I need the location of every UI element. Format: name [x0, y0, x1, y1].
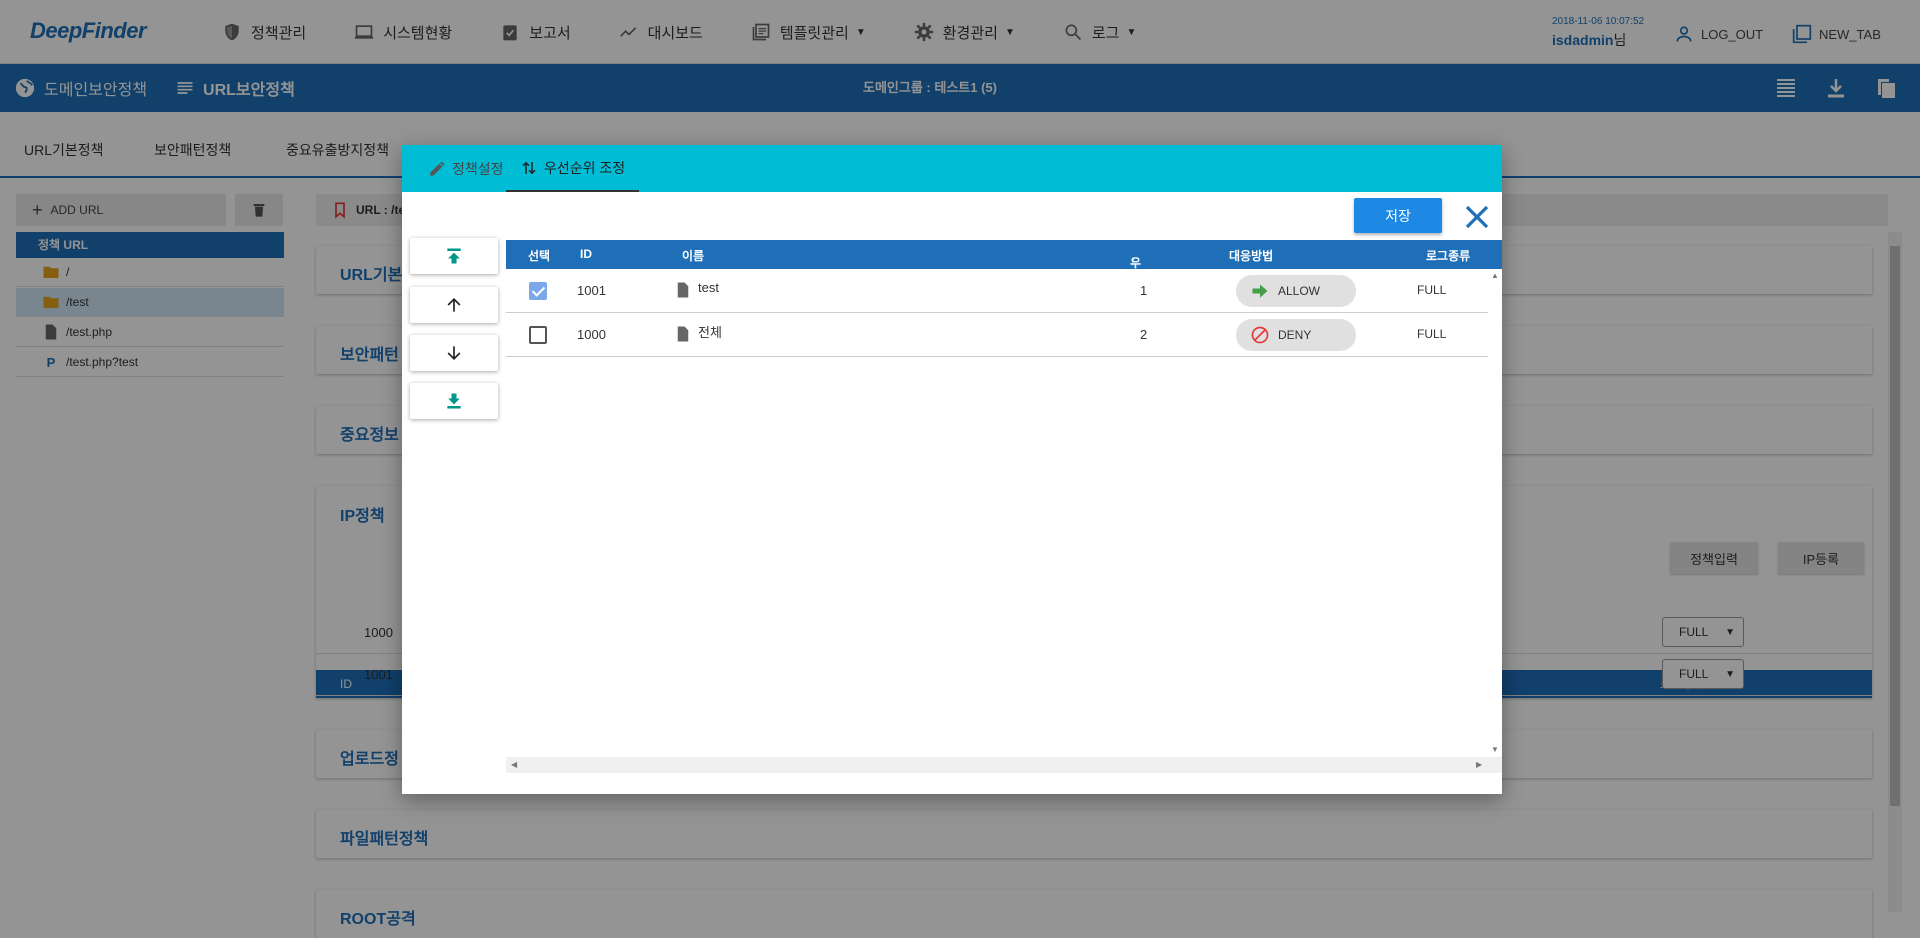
block-icon [1251, 326, 1269, 344]
sort-asc-icon: ↑ [1130, 254, 1136, 268]
scroll-up-icon[interactable]: ▲ [1491, 271, 1499, 280]
arrow-up-icon [447, 297, 461, 312]
row-priority: 1 [1140, 283, 1148, 298]
scroll-down-icon[interactable]: ▼ [1491, 745, 1499, 754]
priority-table: 선택 ID 이름 우선순위 ↑ 대응방법 로그종류 1001 test 1 AL… [506, 240, 1502, 773]
row-id: 1000 [577, 327, 606, 342]
move-top-icon [447, 248, 461, 264]
save-button[interactable]: 저장 [1354, 198, 1442, 233]
row-log-type: FULL [1417, 283, 1447, 297]
close-icon[interactable] [1462, 202, 1492, 232]
row-priority: 2 [1140, 327, 1148, 342]
table-row[interactable]: 1000 전체 2 DENY FULL [506, 313, 1488, 357]
scroll-right-icon[interactable]: ▶ [1476, 760, 1482, 769]
move-down-button[interactable] [410, 335, 498, 371]
row-name: 전체 [674, 324, 722, 344]
table-header: 선택 ID 이름 우선순위 ↑ 대응방법 로그종류 [506, 240, 1502, 321]
priority-dialog: 정책설정 우선순위 조정 저장 선택 ID 이름 우선순위 ↑ 대응방법 로그종… [402, 145, 1502, 794]
row-checkbox[interactable] [529, 282, 547, 300]
arrow-right-icon [1252, 284, 1268, 298]
tab-priority-adjust[interactable]: 우선순위 조정 [506, 145, 640, 192]
move-up-button[interactable] [410, 287, 498, 323]
column-id[interactable]: ID [580, 247, 592, 261]
column-log-type[interactable]: 로그종류 [1426, 247, 1470, 264]
scroll-left-icon[interactable]: ◀ [511, 760, 517, 769]
row-name: test [674, 280, 719, 300]
move-bottom-icon [447, 393, 461, 409]
arrow-down-icon [447, 346, 461, 361]
table-vertical-scrollbar[interactable]: ▲ ▼ [1488, 269, 1502, 757]
dialog-tabs: 정책설정 우선순위 조정 [402, 145, 1502, 192]
column-action[interactable]: 대응방법 [1229, 247, 1273, 264]
file-icon [677, 282, 689, 298]
sort-arrows-icon [522, 161, 536, 174]
move-to-bottom-button[interactable] [410, 383, 498, 419]
table-horizontal-scrollbar[interactable]: ◀ ▶ [506, 757, 1502, 773]
row-checkbox[interactable] [529, 326, 547, 344]
column-select[interactable]: 선택 [528, 247, 550, 264]
move-to-top-button[interactable] [410, 238, 498, 274]
pencil-icon [430, 161, 445, 176]
row-id: 1001 [577, 283, 606, 298]
action-chip-deny[interactable]: DENY [1236, 319, 1356, 351]
action-chip-allow[interactable]: ALLOW [1236, 275, 1356, 307]
file-icon [677, 326, 689, 342]
column-name[interactable]: 이름 [682, 247, 704, 264]
tab-policy-settings[interactable]: 정책설정 [414, 145, 518, 192]
table-row[interactable]: 1001 test 1 ALLOW FULL [506, 269, 1488, 313]
row-log-type: FULL [1417, 327, 1447, 341]
